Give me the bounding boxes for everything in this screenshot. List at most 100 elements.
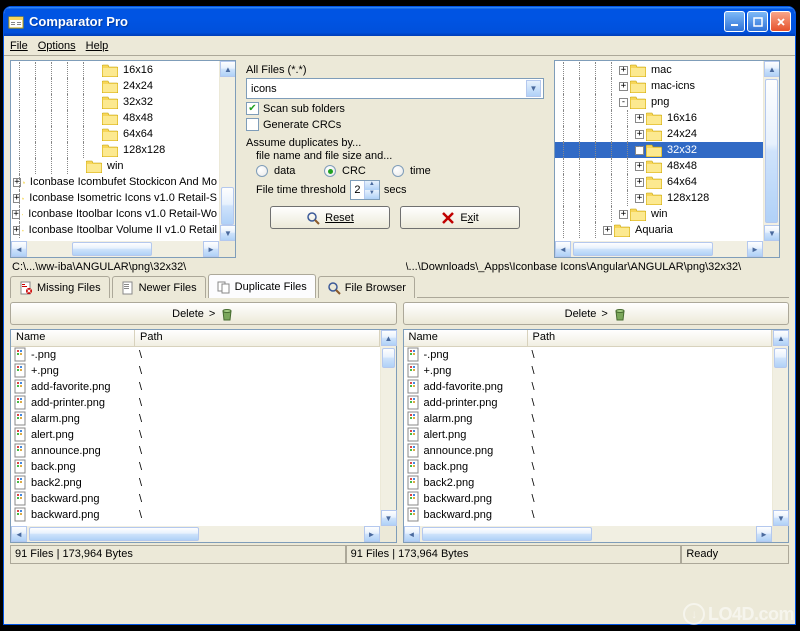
col-path[interactable]: Path	[528, 330, 773, 346]
titlebar[interactable]: Comparator Pro	[4, 7, 795, 36]
delete-left-button[interactable]: Delete>	[10, 302, 397, 325]
radio-crc[interactable]	[324, 165, 336, 177]
filter-label: All Files (*.*)	[246, 64, 544, 76]
status-bar: 91 Files | 173,964 Bytes 91 Files | 173,…	[10, 545, 789, 564]
menu-file[interactable]: File	[10, 40, 28, 52]
tree-item[interactable]: +128x128	[555, 190, 763, 206]
close-button[interactable]	[770, 11, 791, 32]
list-item[interactable]: -.png\	[11, 347, 380, 363]
expand-icon[interactable]: +	[635, 178, 644, 187]
left-folder-tree[interactable]: 16x1624x2432x3248x4864x64128x128win+Icon…	[10, 60, 236, 258]
scrollbar-horizontal[interactable]: ◄►	[11, 526, 380, 542]
menu-options[interactable]: Options	[38, 40, 76, 52]
list-item[interactable]: backward.png\	[404, 507, 773, 523]
tree-item[interactable]: +16x16	[555, 110, 763, 126]
threshold-spinner[interactable]: 2 ▲▼	[350, 180, 380, 200]
list-item[interactable]: backward.png\	[11, 507, 380, 523]
scrollbar-horizontal[interactable]: ◄►	[404, 526, 773, 542]
delete-right-button[interactable]: Delete>	[403, 302, 790, 325]
list-item[interactable]: back.png\	[11, 459, 380, 475]
tree-item[interactable]: +48x48	[555, 158, 763, 174]
list-item[interactable]: back2.png\	[11, 475, 380, 491]
list-item[interactable]: add-printer.png\	[404, 395, 773, 411]
minimize-button[interactable]	[724, 11, 745, 32]
tree-item[interactable]: +mac	[555, 62, 763, 78]
col-path[interactable]: Path	[135, 330, 380, 346]
list-item[interactable]: add-favorite.png\	[11, 379, 380, 395]
list-item[interactable]: back.png\	[404, 459, 773, 475]
maximize-button[interactable]	[747, 11, 768, 32]
tab-file-browser[interactable]: File Browser	[318, 276, 415, 298]
tree-item[interactable]: 16x16	[11, 62, 219, 78]
right-file-list[interactable]: Name Path -.png\+.png\add-favorite.png\a…	[403, 329, 790, 543]
list-item[interactable]: announce.png\	[404, 443, 773, 459]
list-item[interactable]: back2.png\	[404, 475, 773, 491]
tab-newer-files[interactable]: Newer Files	[112, 276, 206, 298]
list-item[interactable]: alert.png\	[404, 427, 773, 443]
tree-item[interactable]: win	[11, 158, 219, 174]
list-item[interactable]: alert.png\	[11, 427, 380, 443]
tree-item[interactable]: +64x64	[555, 174, 763, 190]
filter-combo[interactable]: icons ▼	[246, 78, 544, 99]
scrollbar-horizontal[interactable]: ◄►	[555, 241, 763, 257]
tree-item[interactable]: 24x24	[11, 78, 219, 94]
expand-icon[interactable]: +	[635, 146, 644, 155]
duplicate-icon	[217, 280, 231, 294]
expand-icon[interactable]: +	[635, 130, 644, 139]
list-item[interactable]: alarm.png\	[404, 411, 773, 427]
list-item[interactable]: backward.png\	[404, 491, 773, 507]
list-item[interactable]: announce.png\	[11, 443, 380, 459]
list-item[interactable]: backward.png\	[11, 491, 380, 507]
tree-item[interactable]: 48x48	[11, 110, 219, 126]
generate-crcs-checkbox[interactable]	[246, 118, 259, 131]
status-left: 91 Files | 173,964 Bytes	[10, 545, 346, 564]
expand-icon[interactable]: +	[603, 226, 612, 235]
list-item[interactable]: add-printer.png\	[11, 395, 380, 411]
exit-button[interactable]: Exit	[400, 206, 520, 229]
expand-icon[interactable]: +	[635, 114, 644, 123]
expand-icon[interactable]: +	[635, 162, 644, 171]
tab-missing-files[interactable]: Missing Files	[10, 276, 110, 298]
scrollbar-vertical[interactable]: ▲ ▼	[763, 61, 779, 241]
menu-help[interactable]: Help	[86, 40, 109, 52]
list-item[interactable]: alarm.png\	[11, 411, 380, 427]
scan-subfolders-checkbox[interactable]: ✔	[246, 102, 259, 115]
chevron-down-icon[interactable]: ▼	[526, 80, 541, 97]
tree-item[interactable]: +24x24	[555, 126, 763, 142]
tab-duplicate-files[interactable]: Duplicate Files	[208, 274, 316, 298]
tree-item[interactable]: -png	[555, 94, 763, 110]
expand-icon[interactable]: +	[619, 82, 628, 91]
col-name[interactable]: Name	[404, 330, 528, 346]
list-item[interactable]: add-favorite.png\	[404, 379, 773, 395]
tree-item[interactable]: +mac-icns	[555, 78, 763, 94]
collapse-icon[interactable]: -	[619, 98, 628, 107]
list-item[interactable]: +.png\	[404, 363, 773, 379]
scrollbar-vertical[interactable]: ▲ ▼	[772, 330, 788, 526]
tree-item[interactable]: 64x64	[11, 126, 219, 142]
newer-icon	[121, 281, 135, 295]
tree-item[interactable]: +Iconbase Itoolbar Volume II v1.0 Retail	[11, 222, 219, 238]
scrollbar-vertical[interactable]: ▲ ▼	[380, 330, 396, 526]
scrollbar-horizontal[interactable]: ◄►	[11, 241, 219, 257]
radio-data[interactable]	[256, 165, 268, 177]
reset-button[interactable]: Reset	[270, 206, 390, 229]
tree-item[interactable]: +Iconbase Isometric Icons v1.0 Retail-S	[11, 190, 219, 206]
col-name[interactable]: Name	[11, 330, 135, 346]
list-item[interactable]: -.png\	[404, 347, 773, 363]
tree-item[interactable]: 128x128	[11, 142, 219, 158]
assume-label: Assume duplicates by...	[246, 137, 544, 149]
tree-item[interactable]: +Iconbase Icombufet Stockicon And Mo	[11, 174, 219, 190]
tree-item[interactable]: +Iconbase Itoolbar Icons v1.0 Retail-Wo	[11, 206, 219, 222]
left-file-list[interactable]: Name Path -.png\+.png\add-favorite.png\a…	[10, 329, 397, 543]
expand-icon[interactable]: +	[619, 66, 628, 75]
list-item[interactable]: +.png\	[11, 363, 380, 379]
tree-item[interactable]: +win	[555, 206, 763, 222]
tree-item[interactable]: +32x32	[555, 142, 763, 158]
scrollbar-vertical[interactable]: ▲ ▼	[219, 61, 235, 241]
tree-item[interactable]: +Aquaria	[555, 222, 763, 238]
right-folder-tree[interactable]: +mac+mac-icns-png+16x16+24x24+32x32+48x4…	[554, 60, 780, 258]
expand-icon[interactable]: +	[635, 194, 644, 203]
expand-icon[interactable]: +	[619, 210, 628, 219]
radio-time[interactable]	[392, 165, 404, 177]
tree-item[interactable]: 32x32	[11, 94, 219, 110]
